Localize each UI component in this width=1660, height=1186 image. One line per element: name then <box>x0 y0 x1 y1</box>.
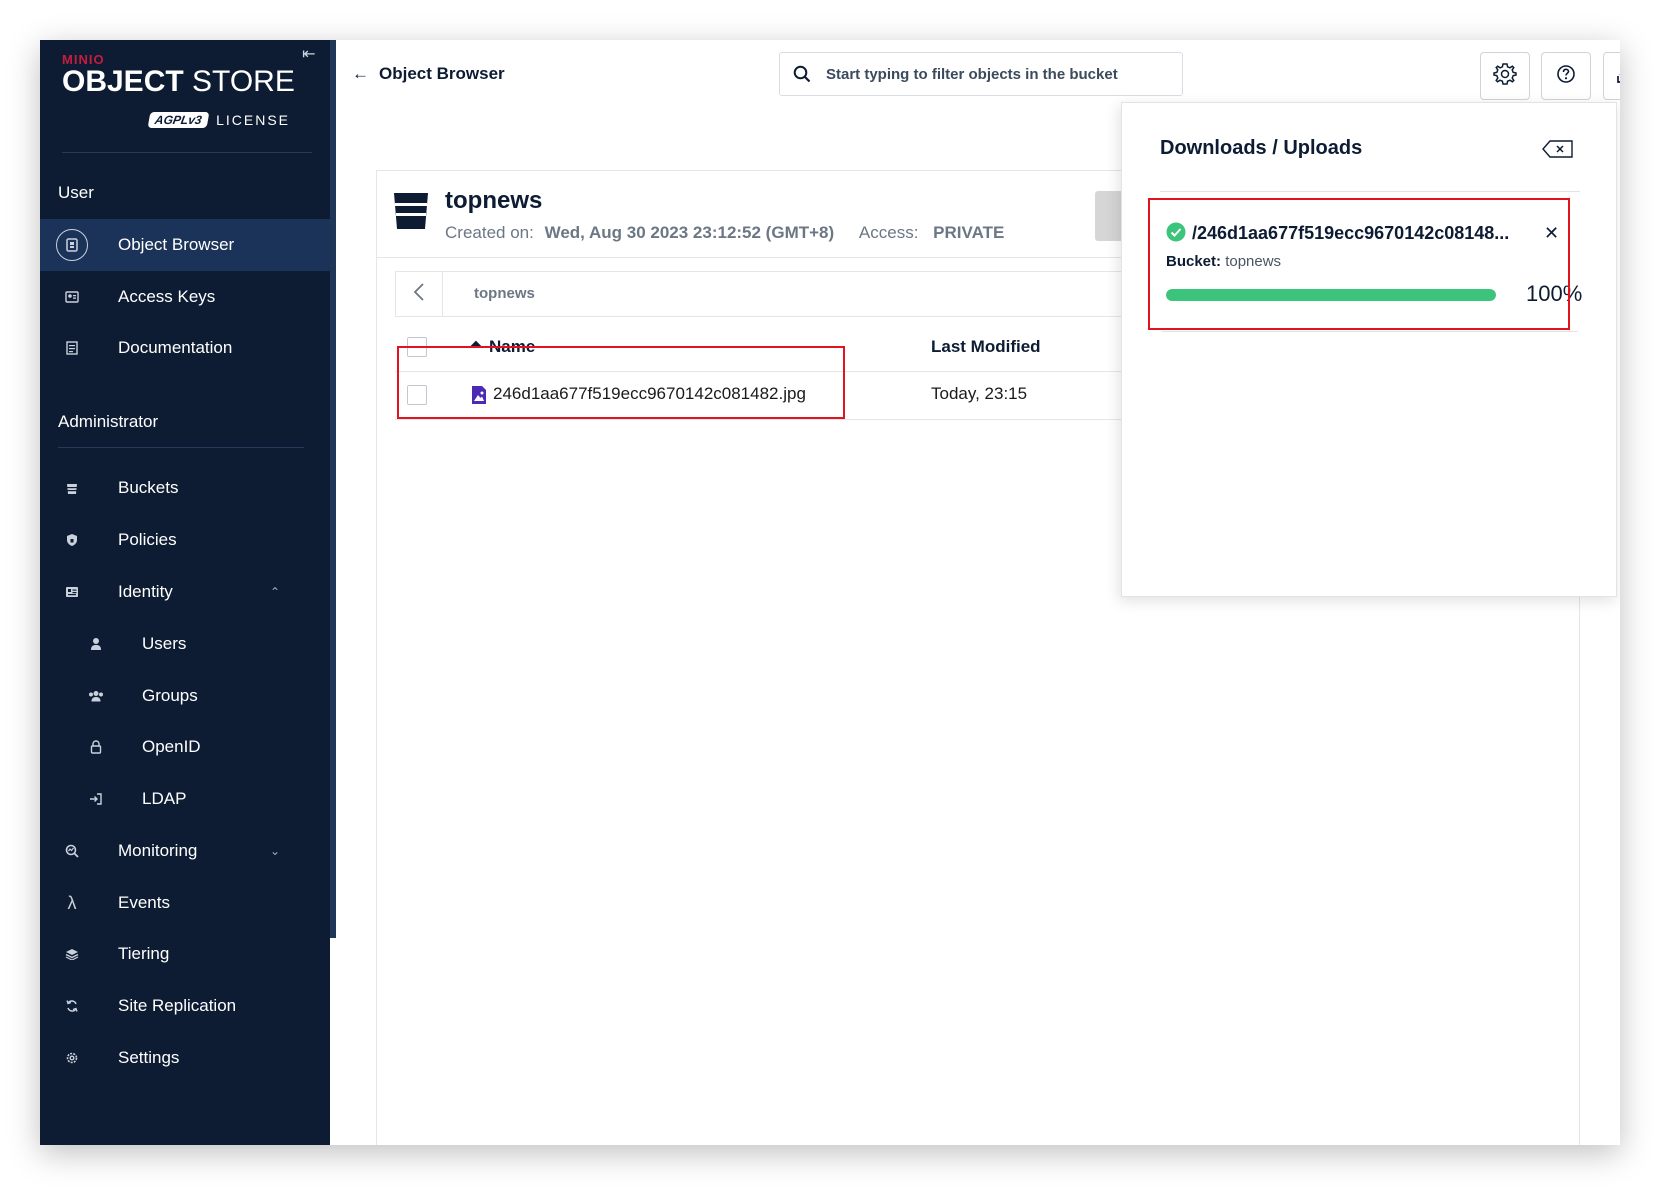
panel-divider <box>1160 191 1580 192</box>
gear-icon <box>1493 62 1517 91</box>
downloads-uploads-panel: Downloads / Uploads /246d1aa677f519ecc96… <box>1121 102 1617 597</box>
back-link-label: Object Browser <box>379 64 505 83</box>
sidebar-item-policies[interactable]: Policies <box>40 514 330 566</box>
sidebar-item-documentation[interactable]: Documentation <box>40 322 330 374</box>
agpl-logo: AGPLv3 <box>147 112 210 128</box>
access-value: PRIVATE <box>933 223 1005 242</box>
key-icon <box>56 281 88 313</box>
bucket-icon <box>56 472 88 504</box>
sidebar-item-label: Policies <box>118 530 177 549</box>
sidebar-item-site-replication[interactable]: Site Replication <box>40 980 330 1032</box>
back-to-object-browser[interactable]: ← Object Browser <box>352 64 505 84</box>
section-divider <box>58 447 304 448</box>
app-window: MINIO OBJECT STORE AGPLv3 LICENSE ⇤ User… <box>40 40 1620 1145</box>
downloads-uploads-button[interactable] <box>1603 52 1620 100</box>
bucket-icon <box>393 191 429 231</box>
sidebar-item-label: Buckets <box>118 478 179 497</box>
sidebar-item-label: Monitoring <box>118 841 198 860</box>
highlight-box-upload <box>1148 198 1570 330</box>
arrow-left-icon: ← <box>352 64 369 83</box>
chevron-left-icon <box>413 282 425 307</box>
sidebar: MINIO OBJECT STORE AGPLv3 LICENSE ⇤ User… <box>40 40 330 1145</box>
item-divider <box>1162 331 1578 332</box>
object-browser-icon <box>56 229 88 261</box>
bucket-name: topnews <box>445 187 543 214</box>
sidebar-item-settings[interactable]: Settings <box>40 1032 330 1084</box>
sidebar-item-openid[interactable]: OpenID <box>40 721 330 773</box>
help-button[interactable] <box>1541 52 1591 100</box>
sidebar-item-events[interactable]: λ Events <box>40 877 330 929</box>
sidebar-item-monitoring[interactable]: Monitoring ⌄ <box>40 825 330 877</box>
access-label: Access: <box>858 223 919 242</box>
sidebar-item-label: Settings <box>118 1048 180 1067</box>
sidebar-item-label: Object Browser <box>118 235 235 254</box>
sidebar-item-access-keys[interactable]: Access Keys <box>40 271 330 323</box>
file-last-modified: Today, 23:15 <box>931 384 1028 403</box>
sidebar-item-ldap[interactable]: LDAP <box>40 773 330 825</box>
sidebar-item-label: Access Keys <box>118 287 216 306</box>
sidebar-item-identity[interactable]: Identity ⌃ <box>40 566 330 618</box>
collapse-sidebar-icon[interactable]: ⇤ <box>302 44 315 64</box>
section-user: User <box>58 183 94 202</box>
sidebar-item-label: Identity <box>118 582 173 601</box>
panel-title: Downloads / Uploads <box>1160 137 1363 159</box>
sidebar-item-label: Events <box>118 893 170 912</box>
license-row: AGPLv3 LICENSE <box>147 112 290 128</box>
search-icon <box>792 64 812 84</box>
breadcrumb-bucket[interactable]: topnews <box>474 285 535 302</box>
sidebar-item-label: Users <box>142 634 187 653</box>
created-label: Created on: <box>445 223 534 242</box>
close-panel-button[interactable] <box>1542 139 1574 159</box>
document-icon <box>56 332 88 364</box>
sidebar-item-label: Documentation <box>118 338 233 357</box>
gear-icon <box>56 1042 88 1074</box>
search-input[interactable] <box>824 64 1158 84</box>
sidebar-item-object-browser[interactable]: Object Browser <box>40 219 330 271</box>
sidebar-item-label: OpenID <box>142 737 201 756</box>
search-box[interactable] <box>779 52 1183 96</box>
shield-icon <box>56 524 88 556</box>
license-text: LICENSE <box>216 112 290 128</box>
sidebar-item-label: LDAP <box>142 789 187 808</box>
login-icon <box>80 783 112 815</box>
column-last-modified[interactable]: Last Modified <box>931 337 1041 357</box>
brand-logo: MINIO OBJECT STORE AGPLv3 LICENSE <box>62 52 312 162</box>
sidebar-item-label: Site Replication <box>118 996 237 1015</box>
breadcrumb-back-button[interactable] <box>396 272 443 316</box>
group-icon <box>80 680 112 712</box>
section-administrator: Administrator <box>58 412 159 431</box>
identity-icon <box>56 576 88 608</box>
lambda-icon: λ <box>67 892 77 913</box>
sidebar-item-users[interactable]: Users <box>40 618 330 670</box>
brand-title: OBJECT STORE <box>62 65 295 98</box>
sidebar-item-label: Tiering <box>118 944 170 963</box>
settings-button[interactable] <box>1480 52 1530 100</box>
sidebar-item-tiering[interactable]: Tiering <box>40 928 330 980</box>
highlight-box-file <box>397 346 845 419</box>
download-upload-icon <box>1616 63 1620 90</box>
layers-icon <box>56 938 88 970</box>
sidebar-item-label: Groups <box>142 686 198 705</box>
bucket-meta: Created on: Wed, Aug 30 2023 23:12:52 (G… <box>445 223 1004 243</box>
help-icon <box>1556 64 1576 89</box>
created-value: Wed, Aug 30 2023 23:12:52 (GMT+8) <box>544 223 835 242</box>
sidebar-item-groups[interactable]: Groups <box>40 670 330 722</box>
chevron-down-icon[interactable]: ⌄ <box>270 844 280 858</box>
user-icon <box>80 628 112 660</box>
lock-icon <box>80 731 112 763</box>
brand-divider <box>62 152 312 153</box>
chevron-up-icon[interactable]: ⌃ <box>270 585 280 599</box>
monitoring-icon <box>56 835 88 867</box>
sync-icon <box>56 990 88 1022</box>
sidebar-item-buckets[interactable]: Buckets <box>40 462 330 514</box>
